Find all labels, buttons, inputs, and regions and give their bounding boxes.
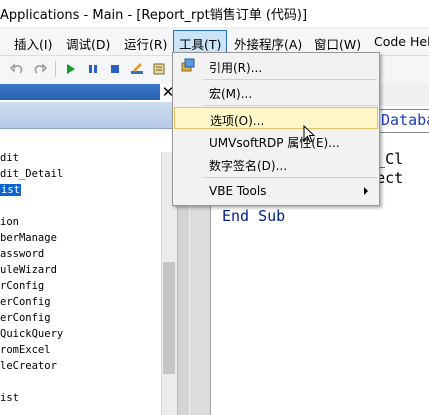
tree-item[interactable]: erConfig [0,312,51,324]
redo-icon[interactable] [33,62,47,76]
tree-item[interactable]: dit_Detail [0,168,63,180]
tree-item[interactable]: rConfig [0,280,44,292]
menu-item-digital-signature[interactable]: 数字签名(D)... [174,153,378,175]
tree-item[interactable]: erConfig [0,296,51,308]
tree-item-selected[interactable]: ist [0,184,21,196]
tree-item[interactable]: berManage [0,232,57,244]
menu-item-vbe-tools[interactable]: VBE Tools [174,180,378,202]
tree-item[interactable]: leCreator [0,360,57,372]
menu-debug[interactable]: 调试(D) [66,34,110,53]
tree-item[interactable]: QuickQuery [0,328,63,340]
tree-item[interactable]: romExcel [0,344,51,356]
menu-item-label: 宏(M)... [209,87,253,101]
menu-run[interactable]: 运行(R) [124,34,167,53]
menu-item-label: 引用(R)... [209,61,263,75]
menu-item-label: 选项(O)... [210,114,265,128]
toolbar-separator [55,61,56,77]
procedure-combo-text: Databa [381,111,429,129]
code-line-end-sub: End Sub [222,207,286,225]
submenu-arrow-icon [364,187,368,195]
tree-item[interactable]: uleWizard [0,264,57,276]
menu-item-macros[interactable]: 宏(M)... [174,81,378,103]
tree-item[interactable]: assword [0,248,44,260]
menu-addins[interactable]: 外接程序(A) [234,34,302,53]
project-explorer-icon[interactable] [152,62,166,76]
tree-item[interactable]: ion [0,216,19,228]
scrollbar-thumb[interactable] [163,262,175,374]
stop-icon[interactable] [108,62,122,76]
menu-item-label: UMVsoftRDP 属性(E)... [209,136,340,150]
menu-item-references[interactable]: 引用(R)... [174,55,378,77]
menu-item-options[interactable]: 选项(O)... [174,107,378,129]
menu-item-label: VBE Tools [209,184,267,198]
project-panel-strip [0,102,177,129]
undo-icon[interactable] [10,62,24,76]
menu-window[interactable]: 窗口(W) [314,34,361,53]
menu-separator [203,177,377,178]
run-icon[interactable] [63,62,77,76]
menu-separator [203,105,377,106]
menu-code-help[interactable]: Code Help [374,34,429,49]
window-title: Applications - Main - [Report_rpt销售订单 (代… [0,8,308,23]
tools-menu-dropdown: 引用(R)... 宏(M)... 选项(O)... UMVsoftRDP 属性(… [172,52,380,206]
menu-separator [203,79,377,80]
menu-insert[interactable]: 插入(I) [14,34,52,53]
project-panel-header [0,84,177,100]
menu-item-label: 数字签名(D)... [209,159,288,173]
tree-item[interactable]: dit [0,152,19,164]
menu-item-project-properties[interactable]: UMVsoftRDP 属性(E)... [174,130,378,152]
tree-item[interactable]: ist [0,392,19,404]
mouse-cursor-icon [303,125,316,143]
references-icon [181,58,195,72]
pause-icon[interactable] [86,62,100,76]
design-mode-icon[interactable] [130,62,144,76]
